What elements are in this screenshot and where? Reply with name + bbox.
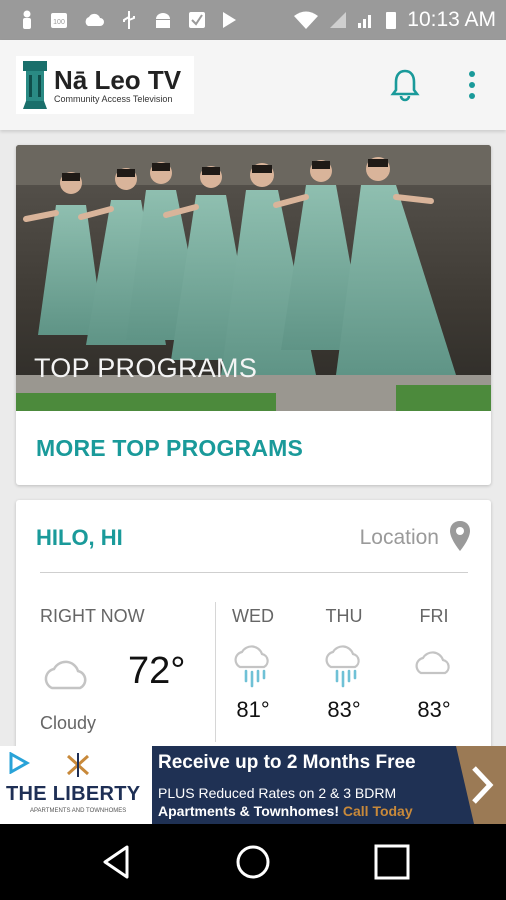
right-now-label: RIGHT NOW: [40, 606, 145, 626]
forecast-day-label: FRI: [419, 606, 449, 626]
ad-line-2: PLUS Reduced Rates on 2 & 3 BDRM: [158, 785, 397, 801]
check-icon: [189, 12, 205, 28]
play-store-icon: [223, 12, 236, 28]
cloud-icon: [44, 660, 87, 690]
bell-icon[interactable]: [390, 68, 420, 102]
android-icon: [156, 13, 170, 28]
ad-arrow-icon: [456, 746, 506, 824]
app-bar: Nā Leo TV Community Access Television: [0, 40, 506, 130]
forecast-day: WED 81°: [223, 606, 283, 723]
weather-card: HILO, HI Location RIGHT NOW 72° Cloudy W…: [16, 500, 491, 760]
cloud-icon: [85, 13, 104, 26]
ad-line-3-main: Apartments & Townhomes!: [158, 803, 339, 819]
rain-cloud-icon: [325, 645, 360, 688]
forecast-day-label: WED: [232, 606, 274, 626]
app-logo[interactable]: Nā Leo TV Community Access Television: [16, 56, 194, 114]
home-icon[interactable]: [233, 842, 273, 882]
ad-brand-logo: THE LIBERTY APARTMENTS AND TOWNHOMES: [0, 746, 152, 824]
current-temperature: 72°: [128, 650, 186, 692]
wifi-icon: [294, 11, 319, 29]
battery-icon: [386, 12, 397, 29]
logo-title: Nā Leo TV: [54, 64, 182, 95]
forecast-day: THU 83°: [314, 606, 374, 723]
status-bar: 100 10:13 AM: [0, 0, 506, 40]
recents-icon[interactable]: [372, 842, 412, 882]
ad-call-today: Call Today: [342, 803, 413, 819]
drum-logo-icon: [23, 61, 47, 109]
more-top-programs-link[interactable]: MORE TOP PROGRAMS: [36, 435, 303, 462]
svg-text:100: 100: [53, 19, 65, 26]
top-programs-card: TOP PROGRAMS MORE TOP PROGRAMS: [16, 145, 491, 485]
clock: 10:13 AM: [407, 8, 496, 31]
ad-brand-name: THE LIBERTY: [6, 783, 141, 805]
badge-100-icon: 100: [51, 13, 67, 28]
forecast-day-label: THU: [325, 606, 363, 626]
rain-cloud-icon: [234, 645, 269, 688]
person-icon: [23, 10, 31, 29]
ad-line-3: Apartments & Townhomes! Call Today: [158, 803, 413, 819]
weather-vertical-divider: [215, 602, 216, 742]
no-signal-icon: [330, 12, 347, 28]
usb-icon: [123, 11, 135, 29]
location-button[interactable]: Location: [360, 526, 439, 550]
location-pin-icon[interactable]: [449, 520, 471, 552]
more-vert-icon[interactable]: [462, 70, 482, 100]
back-icon[interactable]: [97, 842, 137, 882]
logo-subtitle: Community Access Television: [54, 93, 173, 104]
navigation-bar: [0, 824, 506, 900]
top-programs-hero[interactable]: TOP PROGRAMS: [16, 145, 491, 411]
forecast-day: FRI 83°: [404, 606, 464, 723]
signal-icon: [358, 15, 372, 28]
ad-brand-subtitle: APARTMENTS AND TOWNHOMES: [30, 808, 127, 814]
forecast-temperature: 83°: [327, 697, 361, 722]
city-name: HILO, HI: [36, 525, 123, 550]
weather-divider: [40, 572, 468, 573]
current-condition: Cloudy: [40, 713, 97, 733]
ad-banner[interactable]: THE LIBERTY APARTMENTS AND TOWNHOMES Rec…: [0, 746, 506, 824]
cloud-icon: [415, 651, 450, 675]
star-icon: [66, 753, 90, 777]
ad-choices-icon[interactable]: [8, 752, 30, 774]
forecast-temperature: 83°: [417, 697, 451, 722]
ad-headline: Receive up to 2 Months Free: [158, 752, 416, 773]
top-programs-label: TOP PROGRAMS: [34, 353, 258, 383]
forecast-temperature: 81°: [236, 697, 270, 722]
ad-body: Receive up to 2 Months Free PLUS Reduced…: [152, 746, 506, 824]
